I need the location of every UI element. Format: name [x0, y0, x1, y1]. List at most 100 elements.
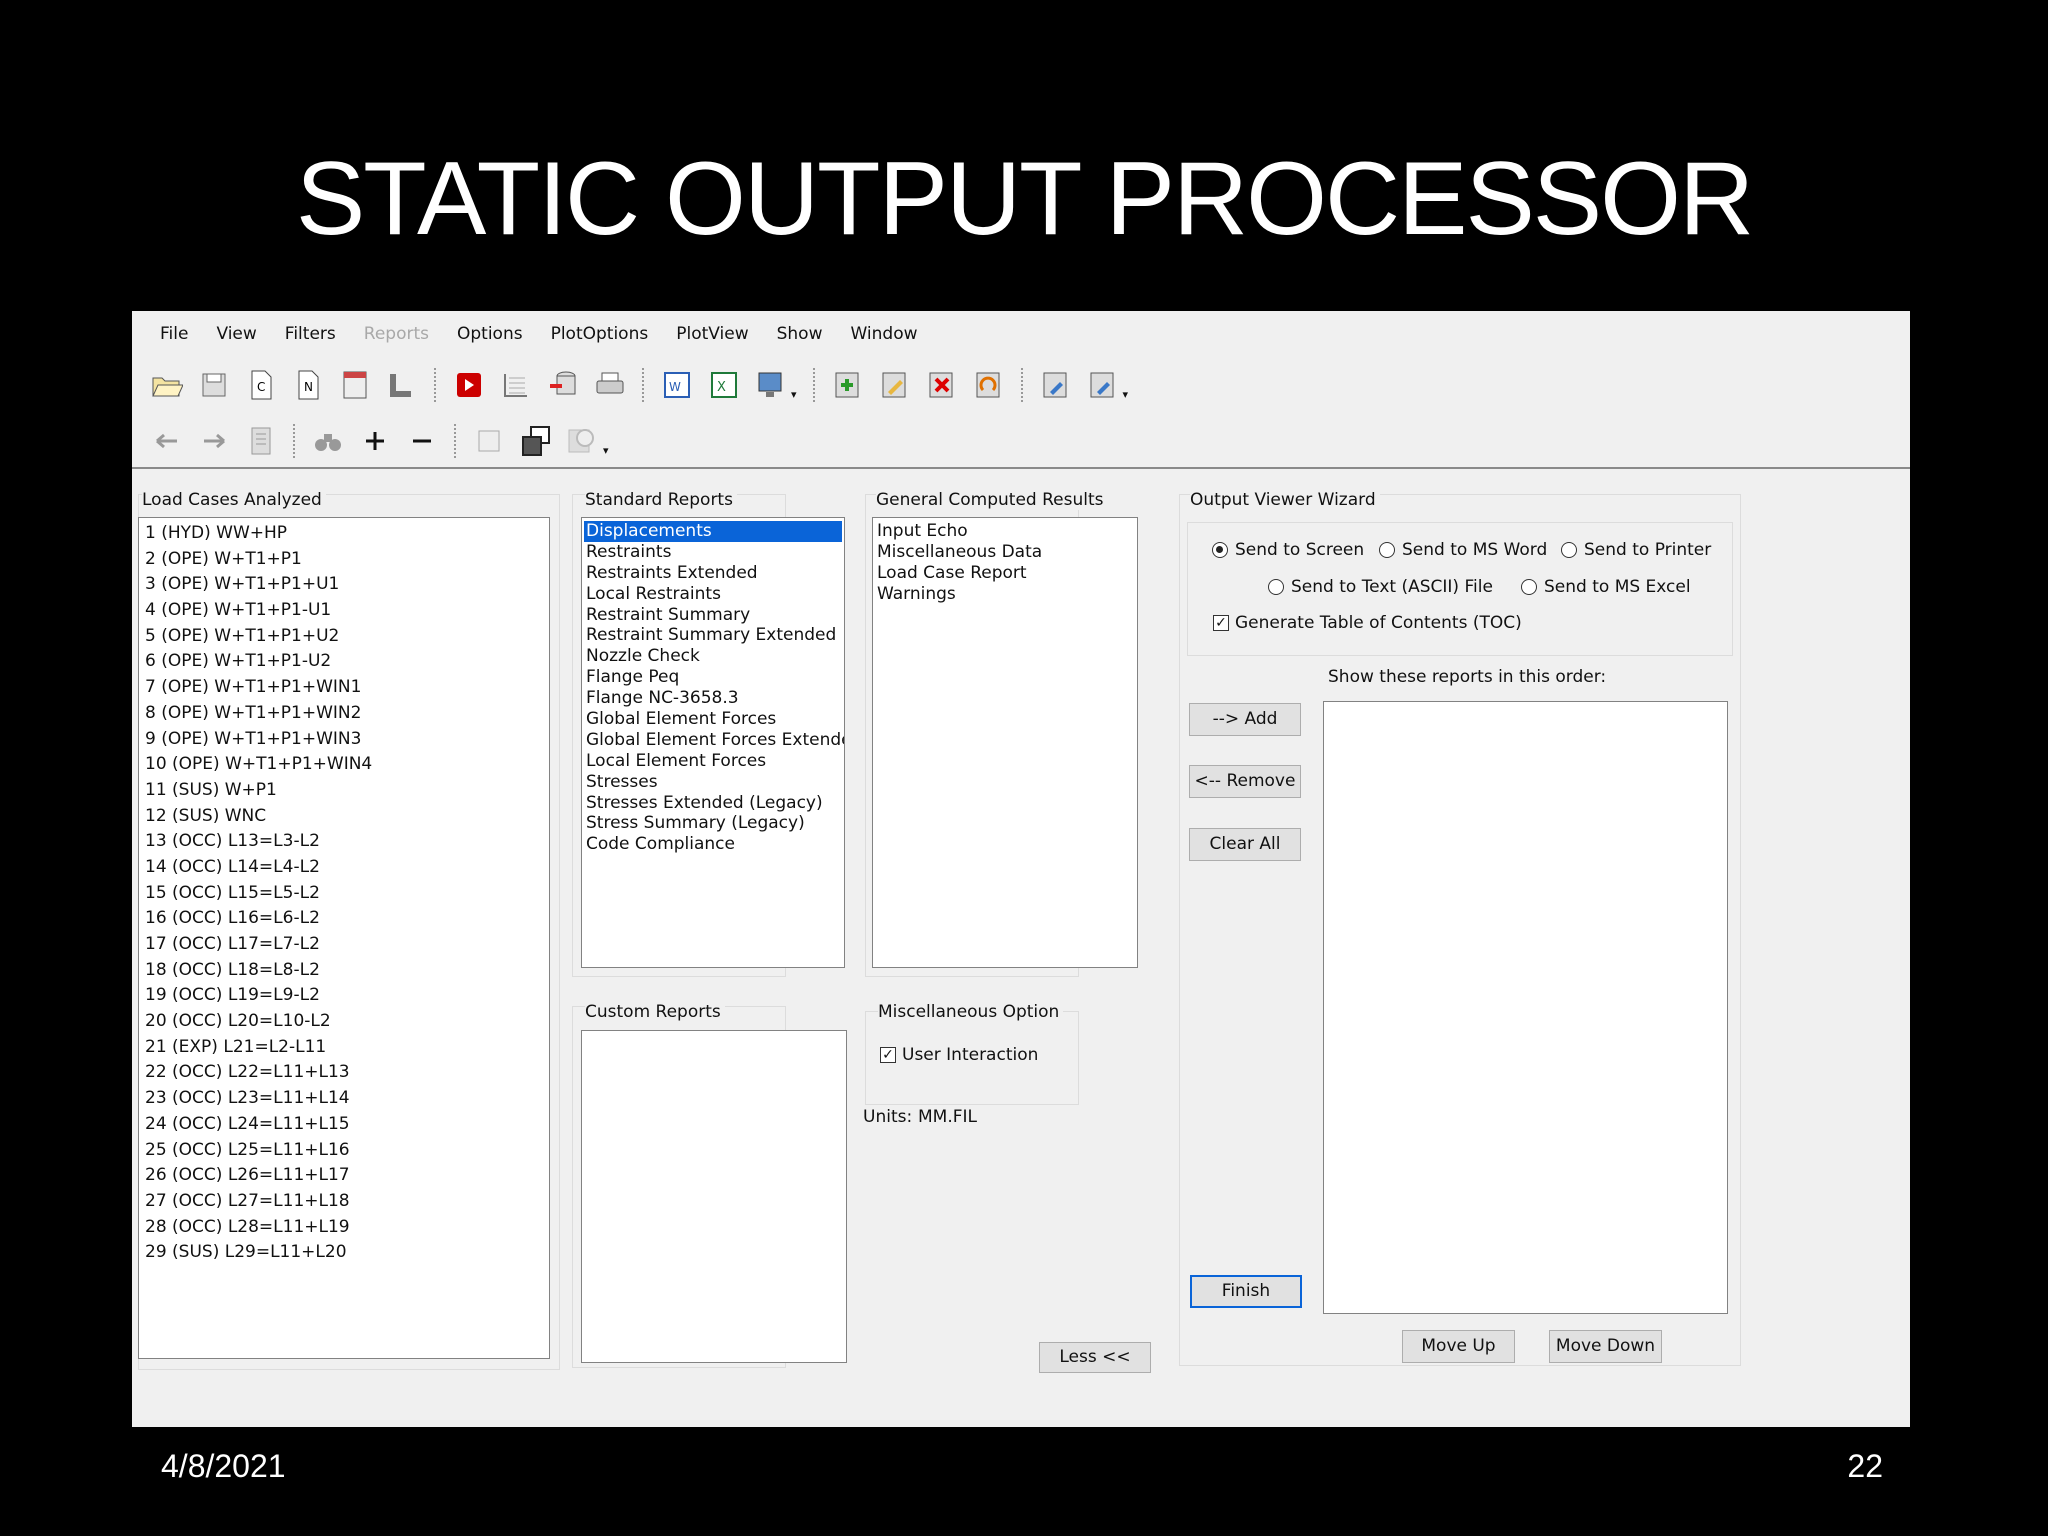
- list-item[interactable]: 22 (OCC) L22=L11+L13: [139, 1060, 549, 1086]
- send-to-screen-radio[interactable]: Send to Screen: [1212, 540, 1364, 560]
- list-item[interactable]: Local Restraints: [582, 584, 844, 605]
- list-item[interactable]: 5 (OPE) W+T1+P1+U2: [139, 624, 549, 650]
- add-report-icon[interactable]: [831, 368, 865, 402]
- load-cases-list[interactable]: 1 (HYD) WW+HP 2 (OPE) W+T1+P1 3 (OPE) W+T1…: [138, 517, 550, 1359]
- send-to-printer-radio[interactable]: Send to Printer: [1561, 540, 1711, 560]
- list-item[interactable]: 1 (HYD) WW+HP: [139, 521, 549, 547]
- list-item[interactable]: Displacements: [584, 521, 842, 542]
- list-item[interactable]: Code Compliance: [582, 834, 844, 855]
- list-item[interactable]: Restraint Summary Extended: [582, 625, 844, 646]
- list-item[interactable]: 23 (OCC) L23=L11+L14: [139, 1086, 549, 1112]
- report-order-list[interactable]: [1323, 701, 1728, 1314]
- list-item[interactable]: Warnings: [873, 584, 1137, 605]
- list-item[interactable]: Flange NC-3658.3: [582, 688, 844, 709]
- list-item[interactable]: 21 (EXP) L21=L2-L11: [139, 1035, 549, 1061]
- list-item[interactable]: Load Case Report: [873, 563, 1137, 584]
- list-item[interactable]: Input Echo: [873, 521, 1137, 542]
- menu-window[interactable]: Window: [822, 324, 931, 344]
- list-item[interactable]: 18 (OCC) L18=L8-L2: [139, 958, 549, 984]
- chevron-down-icon[interactable]: ▾: [603, 444, 609, 457]
- send-to-word-radio[interactable]: Send to MS Word: [1379, 540, 1547, 560]
- custom-reports-list[interactable]: [581, 1030, 847, 1363]
- move-up-button[interactable]: Move Up: [1402, 1330, 1515, 1363]
- menu-plotoptions[interactable]: PlotOptions: [523, 324, 663, 344]
- list-item[interactable]: Restraints: [582, 542, 844, 563]
- cascade-windows-icon[interactable]: [519, 424, 553, 458]
- list-item[interactable]: Flange Peq: [582, 667, 844, 688]
- menu-options[interactable]: Options: [429, 324, 537, 344]
- list-item[interactable]: 4 (OPE) W+T1+P1-U1: [139, 598, 549, 624]
- add-button[interactable]: --> Add: [1189, 703, 1301, 736]
- zoom-in-icon[interactable]: [358, 424, 392, 458]
- list-item[interactable]: 20 (OCC) L20=L10-L2: [139, 1009, 549, 1035]
- list-item[interactable]: 2 (OPE) W+T1+P1: [139, 547, 549, 573]
- list-item[interactable]: 16 (OCC) L16=L6-L2: [139, 906, 549, 932]
- list-item[interactable]: 28 (OCC) L28=L11+L19: [139, 1215, 549, 1241]
- list-item[interactable]: 24 (OCC) L24=L11+L15: [139, 1112, 549, 1138]
- list-item[interactable]: 13 (OCC) L13=L3-L2: [139, 829, 549, 855]
- list-item[interactable]: Stresses Extended (Legacy): [582, 793, 844, 814]
- table-icon[interactable]: [499, 368, 533, 402]
- copy-n-icon[interactable]: N: [291, 368, 325, 402]
- send-to-text-radio[interactable]: Send to Text (ASCII) File: [1268, 577, 1493, 597]
- back-arrow-icon[interactable]: [150, 424, 184, 458]
- toc-checkbox[interactable]: ✓ Generate Table of Contents (TOC): [1213, 613, 1522, 633]
- list-item[interactable]: 11 (SUS) W+P1: [139, 778, 549, 804]
- list-item[interactable]: 27 (OCC) L27=L11+L18: [139, 1189, 549, 1215]
- pipe-icon[interactable]: [385, 368, 419, 402]
- clear-all-button[interactable]: Clear All: [1189, 828, 1301, 861]
- list-item[interactable]: 29 (SUS) L29=L11+L20: [139, 1240, 549, 1266]
- list-item[interactable]: 26 (OCC) L26=L11+L17: [139, 1163, 549, 1189]
- delete-report-icon[interactable]: [925, 368, 959, 402]
- excel-icon[interactable]: X: [707, 368, 741, 402]
- list-item[interactable]: Miscellaneous Data: [873, 542, 1137, 563]
- less-button[interactable]: Less <<: [1039, 1342, 1151, 1373]
- chevron-down-icon[interactable]: ▾: [1123, 388, 1129, 401]
- list-item[interactable]: 10 (OPE) W+T1+P1+WIN4: [139, 752, 549, 778]
- menu-reports[interactable]: Reports: [336, 324, 443, 344]
- screen-icon[interactable]: [754, 368, 788, 402]
- word-icon[interactable]: W: [660, 368, 694, 402]
- list-item[interactable]: Restraints Extended: [582, 563, 844, 584]
- list-item[interactable]: 9 (OPE) W+T1+P1+WIN3: [139, 727, 549, 753]
- copy-c-icon[interactable]: C: [244, 368, 278, 402]
- list-item[interactable]: 3 (OPE) W+T1+P1+U1: [139, 572, 549, 598]
- list-item[interactable]: 12 (SUS) WNC: [139, 804, 549, 830]
- general-results-list[interactable]: Input Echo Miscellaneous Data Load Case Re…: [872, 517, 1138, 968]
- list-item[interactable]: 14 (OCC) L14=L4-L2: [139, 855, 549, 881]
- list-item[interactable]: 7 (OPE) W+T1+P1+WIN1: [139, 675, 549, 701]
- record-icon[interactable]: [452, 368, 486, 402]
- list-item[interactable]: Nozzle Check: [582, 646, 844, 667]
- zoom-out-icon[interactable]: [405, 424, 439, 458]
- list-item[interactable]: Stress Summary (Legacy): [582, 813, 844, 834]
- window-icon[interactable]: [472, 424, 506, 458]
- move-down-button[interactable]: Move Down: [1549, 1330, 1662, 1363]
- binoculars-icon[interactable]: [311, 424, 345, 458]
- report-template-icon[interactable]: [1039, 368, 1073, 402]
- menu-plotview[interactable]: PlotView: [648, 324, 762, 344]
- magnifier-icon[interactable]: [566, 424, 600, 458]
- document-list-icon[interactable]: [244, 424, 278, 458]
- list-item[interactable]: 6 (OPE) W+T1+P1-U2: [139, 649, 549, 675]
- list-item[interactable]: Local Element Forces: [582, 751, 844, 772]
- report-icon[interactable]: [338, 368, 372, 402]
- standard-reports-list[interactable]: Displacements Restraints Restraints Extend…: [581, 517, 845, 968]
- list-item[interactable]: 25 (OCC) L25=L11+L16: [139, 1138, 549, 1164]
- forward-arrow-icon[interactable]: [197, 424, 231, 458]
- print-icon[interactable]: [593, 368, 627, 402]
- list-item[interactable]: Restraint Summary: [582, 605, 844, 626]
- report-options-icon[interactable]: [1086, 368, 1120, 402]
- user-interaction-checkbox[interactable]: ✓ User Interaction: [880, 1045, 1038, 1065]
- list-item[interactable]: 8 (OPE) W+T1+P1+WIN2: [139, 701, 549, 727]
- list-item[interactable]: 15 (OCC) L15=L5-L2: [139, 881, 549, 907]
- finish-button[interactable]: Finish: [1190, 1275, 1302, 1308]
- chevron-down-icon[interactable]: ▾: [791, 388, 797, 401]
- list-item[interactable]: Global Element Forces Extended: [582, 730, 844, 751]
- edit-report-icon[interactable]: [878, 368, 912, 402]
- refresh-report-icon[interactable]: [972, 368, 1006, 402]
- list-item[interactable]: Global Element Forces: [582, 709, 844, 730]
- database-export-icon[interactable]: [546, 368, 580, 402]
- save-icon[interactable]: [197, 368, 231, 402]
- remove-button[interactable]: <-- Remove: [1189, 765, 1301, 798]
- send-to-excel-radio[interactable]: Send to MS Excel: [1521, 577, 1691, 597]
